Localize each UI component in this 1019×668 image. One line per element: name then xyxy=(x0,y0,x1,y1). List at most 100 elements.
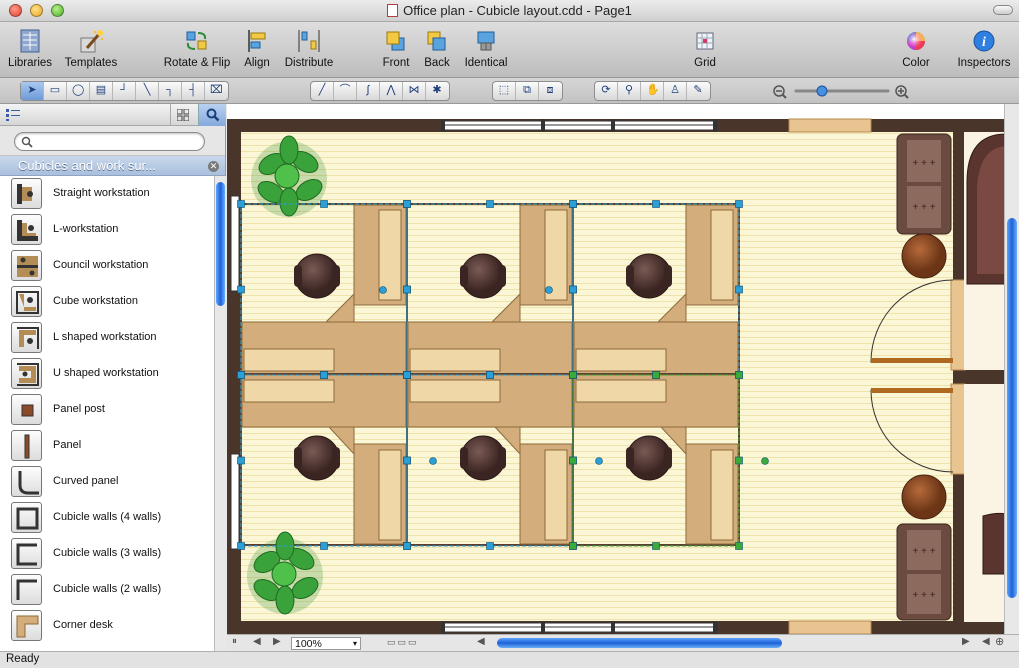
horizontal-scroll-thumb[interactable] xyxy=(497,638,782,648)
pointer-tool[interactable]: ➤ xyxy=(21,82,44,100)
shape-item-cubicle-walls-3[interactable]: Cubicle walls (3 walls) xyxy=(0,536,214,572)
office-chair-icon[interactable] xyxy=(294,253,340,299)
edit-points-tool[interactable]: ⬚ xyxy=(493,82,516,100)
zoom-select[interactable]: 100% ▾ xyxy=(291,637,361,650)
selection-handle[interactable] xyxy=(237,542,245,550)
floor-plan-drawing[interactable]: + + + + + + + + + + + + xyxy=(227,104,1019,634)
selection-handle[interactable] xyxy=(403,371,411,379)
shape-item-panel-post[interactable]: Panel post xyxy=(0,392,214,428)
libraries-button[interactable]: Libraries xyxy=(6,28,54,69)
list-view-icon[interactable] xyxy=(6,109,20,121)
eyedropper-tool[interactable]: ✎ xyxy=(687,82,710,100)
grid-button[interactable]: Grid xyxy=(688,28,722,69)
scroll-right-end-icon[interactable]: ◀ xyxy=(982,636,990,647)
vertical-scroll-thumb[interactable] xyxy=(1007,218,1017,598)
selection-handle[interactable] xyxy=(569,542,577,550)
text-tool[interactable]: ▤ xyxy=(90,82,113,100)
shape-item-u-shaped-workstation[interactable]: U shaped workstation xyxy=(0,356,214,392)
selection-handle[interactable] xyxy=(237,285,245,294)
round-table-top[interactable] xyxy=(901,233,947,279)
zoom-slider[interactable] xyxy=(770,82,915,100)
office-chair-icon[interactable] xyxy=(626,253,672,299)
direct-connector-tool[interactable]: ╲ xyxy=(136,82,159,100)
ellipse-tool[interactable]: ◯ xyxy=(67,82,90,100)
library-scrollbar[interactable] xyxy=(214,176,226,651)
selection-handle[interactable] xyxy=(652,371,660,379)
curve-tool[interactable]: ∫ xyxy=(357,82,380,100)
selection-handle[interactable] xyxy=(486,542,494,550)
pause-icon[interactable]: ⏸ xyxy=(232,636,237,647)
selection-handle[interactable] xyxy=(735,542,743,550)
shape-item-curved-panel[interactable]: Curved panel xyxy=(0,464,214,500)
refresh-tool[interactable]: ⟳ xyxy=(595,82,618,100)
selection-handle[interactable] xyxy=(403,456,411,465)
delete-connector-tool[interactable]: ⌧ xyxy=(205,82,228,100)
grid-view-icon[interactable] xyxy=(177,109,189,121)
selection-handle[interactable] xyxy=(652,200,660,208)
polyline-tool[interactable]: ⋀ xyxy=(380,82,403,100)
selection-handle[interactable] xyxy=(652,542,660,550)
zoom-tool[interactable]: ⚲ xyxy=(618,82,641,100)
inspectors-button[interactable]: i Inspectors xyxy=(954,28,1014,69)
selection-handle[interactable] xyxy=(237,456,245,465)
identical-button[interactable]: Identical xyxy=(460,28,512,69)
selection-handle[interactable] xyxy=(237,200,245,208)
distribute-button[interactable]: Distribute xyxy=(280,28,338,69)
search-tab-icon[interactable] xyxy=(206,108,220,122)
format-painter-tool[interactable]: ⧈ xyxy=(539,82,562,100)
shape-item-cubicle-walls-2[interactable]: Cubicle walls (2 walls) xyxy=(0,572,214,608)
selection-handle[interactable] xyxy=(569,200,577,208)
selection-handle[interactable] xyxy=(320,542,328,550)
office-chair-icon[interactable] xyxy=(460,435,506,481)
office-chair-icon[interactable] xyxy=(460,253,506,299)
scroll-left-icon[interactable]: ◀ xyxy=(477,636,485,647)
shape-item-panel[interactable]: Panel xyxy=(0,428,214,464)
library-scroll-thumb[interactable] xyxy=(216,182,225,306)
tree-connector-tool[interactable]: ┤ xyxy=(182,82,205,100)
view-mode-icons[interactable]: ▭▭▭ xyxy=(387,637,419,648)
page-next-icon[interactable]: ▶ xyxy=(273,636,281,647)
library-search-input[interactable] xyxy=(14,132,205,151)
library-close-icon[interactable]: ✕ xyxy=(208,161,219,172)
shape-item-straight-workstation[interactable]: Straight workstation xyxy=(0,176,214,212)
scroll-right-icon[interactable]: ▶ xyxy=(962,636,970,647)
freehand-tool[interactable]: ✱ xyxy=(426,82,449,100)
office-chair-icon[interactable] xyxy=(626,435,672,481)
shape-item-corner-desk[interactable]: Corner desk xyxy=(0,608,214,644)
line-tool[interactable]: ╱ xyxy=(311,82,334,100)
selection-handle[interactable] xyxy=(569,285,577,294)
selection-handle[interactable] xyxy=(320,200,328,208)
rotate-flip-button[interactable]: Rotate & Flip xyxy=(160,28,234,69)
selection-handle[interactable] xyxy=(403,200,411,208)
selection-handle[interactable] xyxy=(735,456,743,465)
round-table-bottom[interactable] xyxy=(901,474,947,520)
selection-handle[interactable] xyxy=(569,456,577,465)
armchair-bottom[interactable]: + + + + + + xyxy=(896,523,952,621)
bezier-tool[interactable]: ⋈ xyxy=(403,82,426,100)
office-chair-icon[interactable] xyxy=(294,435,340,481)
pan-tool[interactable]: ✋ xyxy=(641,82,664,100)
selection-handle[interactable] xyxy=(486,371,494,379)
align-button[interactable]: Align xyxy=(238,28,276,69)
selection-handle[interactable] xyxy=(403,542,411,550)
drawing-canvas[interactable]: + + + + + + + + + + + + xyxy=(227,104,1019,634)
selection-handle[interactable] xyxy=(486,200,494,208)
rectangle-tool[interactable]: ▭ xyxy=(44,82,67,100)
selection-handle[interactable] xyxy=(403,285,411,294)
shape-item-l-shaped-workstation[interactable]: L shaped workstation xyxy=(0,320,214,356)
crop-tool[interactable]: ⧉ xyxy=(516,82,539,100)
page-prev-icon[interactable]: ◀ xyxy=(253,636,261,647)
selection-handle[interactable] xyxy=(735,285,743,294)
canvas-vertical-scrollbar[interactable] xyxy=(1004,104,1019,634)
smart-connector-tool[interactable]: ┐ xyxy=(159,82,182,100)
front-button[interactable]: Front xyxy=(378,28,414,69)
selection-handle[interactable] xyxy=(237,371,245,379)
shape-item-cubicle-walls-4[interactable]: Cubicle walls (4 walls) xyxy=(0,500,214,536)
toolbar-toggle-button[interactable] xyxy=(993,5,1013,15)
shape-item-cube-workstation[interactable]: Cube workstation xyxy=(0,284,214,320)
selection-handle[interactable] xyxy=(569,371,577,379)
color-button[interactable]: Color xyxy=(898,28,934,69)
back-button[interactable]: Back xyxy=(420,28,454,69)
templates-button[interactable]: Templates xyxy=(62,28,120,69)
arc-tool[interactable]: ⌒ xyxy=(334,82,357,100)
